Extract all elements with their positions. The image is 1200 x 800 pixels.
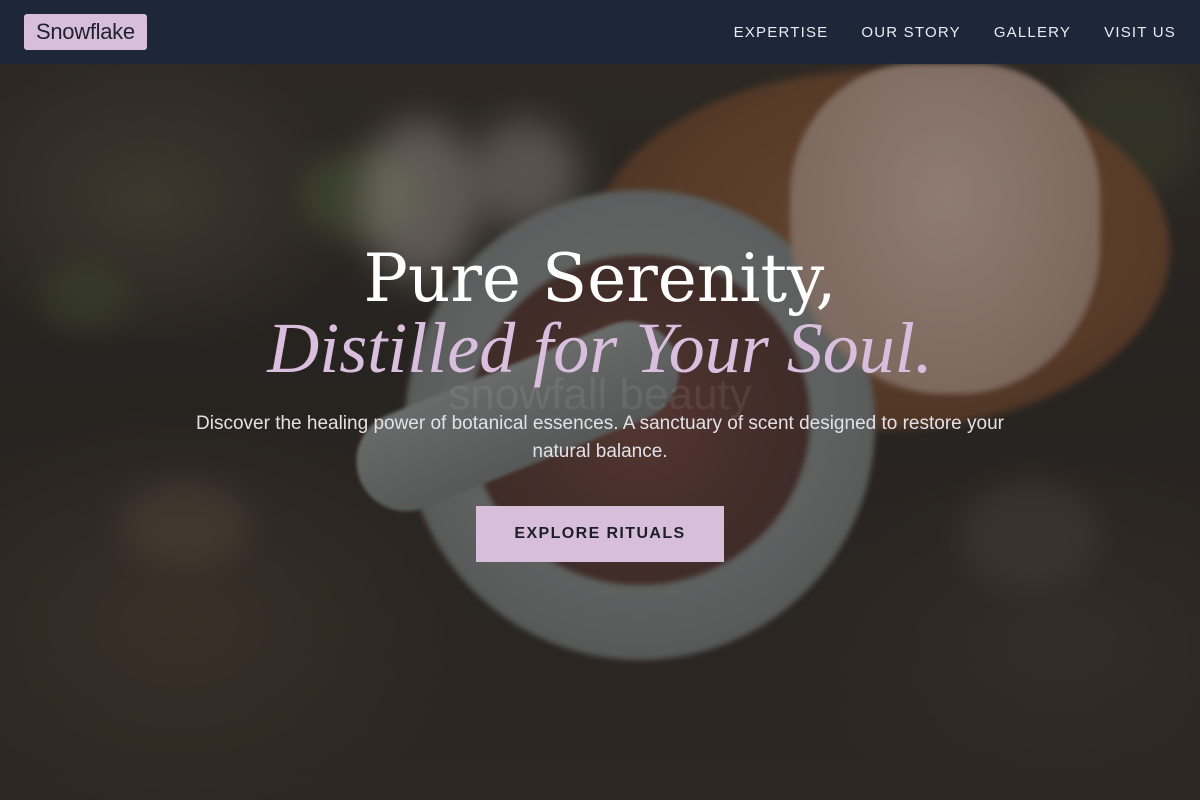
top-navbar: Snowflake EXPERTISE OUR STORY GALLERY VI… [0, 0, 1200, 64]
nav-links: EXPERTISE OUR STORY GALLERY VISIT US [734, 24, 1176, 41]
nav-link-visit-us[interactable]: VISIT US [1104, 24, 1176, 41]
hero-headline: Pure Serenity, [363, 240, 837, 317]
hero-subtext: Discover the healing power of botanical … [196, 413, 1004, 462]
hero-section: Pure Serenity, Distilled for Your Soul. … [0, 240, 1200, 562]
nav-link-expertise[interactable]: EXPERTISE [734, 24, 829, 41]
brand-logo[interactable]: Snowflake [24, 14, 147, 50]
nav-link-our-story[interactable]: OUR STORY [861, 24, 960, 41]
explore-rituals-button[interactable]: EXPLORE RITUALS [476, 506, 724, 562]
landing-page: Snowflake EXPERTISE OUR STORY GALLERY VI… [0, 0, 1200, 800]
nav-link-gallery[interactable]: GALLERY [994, 24, 1071, 41]
hero-headline-italic: Distilled for Your Soul. [267, 308, 933, 388]
